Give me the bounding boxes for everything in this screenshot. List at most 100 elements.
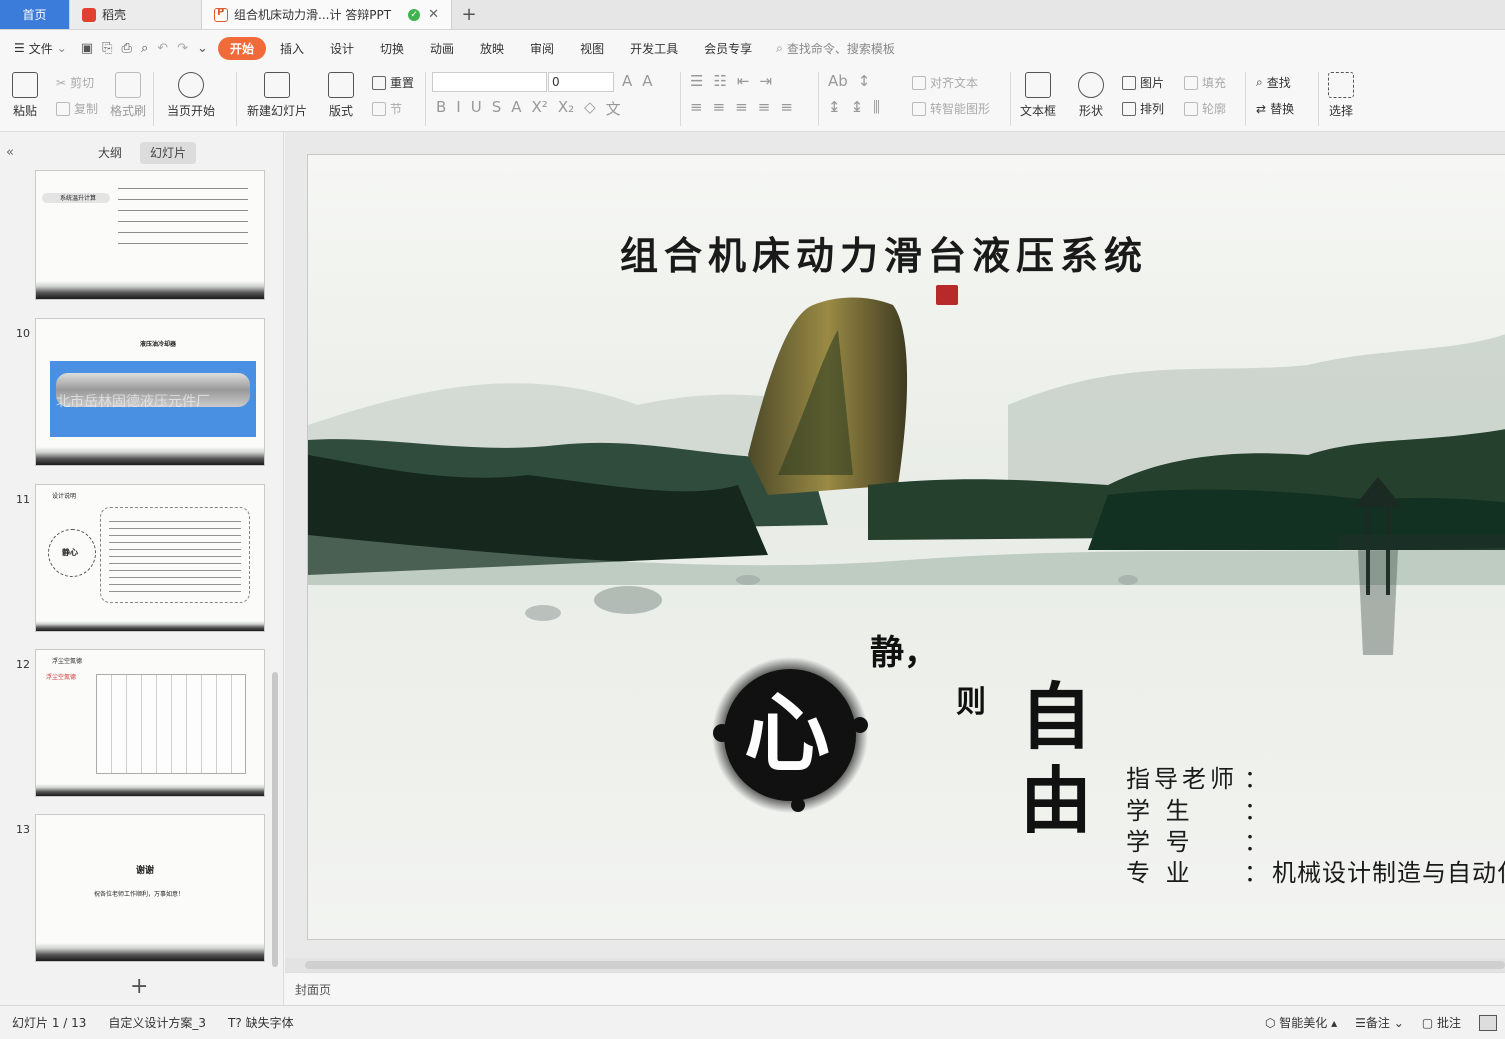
text-direction-icon[interactable]: ↕ (858, 72, 871, 90)
command-search[interactable]: ⌕ 查找命令、搜索模板 (776, 40, 895, 57)
new-tab-button[interactable]: + (452, 0, 486, 29)
slide-panel-scrollbar[interactable] (272, 672, 278, 967)
notes-button[interactable]: ☰备注 ⌄ (1355, 1014, 1404, 1031)
slide-title[interactable]: 组合机床动力滑台液压系统 (620, 225, 1148, 280)
motto-jing[interactable]: 静， (870, 625, 938, 674)
textbox-button[interactable]: 文本框 (1020, 72, 1056, 119)
motto-xin[interactable]: 心 (744, 663, 830, 788)
tab-slides[interactable]: 幻灯片 (140, 142, 197, 164)
italic-icon[interactable]: I (456, 98, 460, 119)
reset-button[interactable]: 重置 (372, 74, 414, 91)
current-slide[interactable]: 组合机床动力滑台液压系统 心 静， 则 自由 指导老师： 学 生： 学 号： 专… (307, 154, 1505, 940)
increase-indent-icon[interactable]: ⇥ (759, 72, 772, 90)
normal-view-icon[interactable] (1479, 1014, 1497, 1031)
menu-design[interactable]: 设计 (318, 37, 366, 60)
column-icon[interactable]: ⫼ (873, 98, 880, 116)
font-shrink-icon[interactable]: A (642, 72, 652, 90)
shape-button[interactable]: 形状 (1078, 72, 1104, 119)
superscript-icon[interactable]: X² (532, 98, 548, 119)
replace-button[interactable]: ⇄ 替换 (1256, 100, 1294, 117)
slide-thumbnail-10[interactable]: 液压油冷却器 北市岳林固德液压元件厂 (35, 318, 265, 466)
select-button[interactable]: 选择 (1328, 72, 1354, 119)
font-family-select[interactable] (432, 72, 547, 92)
slide-thumbnail-12[interactable]: 浮尘空氮德 浮尘空氮德 (35, 649, 265, 797)
slide-thumbnail-9[interactable]: 系统温升计算 (35, 170, 265, 300)
new-slide-button[interactable]: 新建幻灯片 (247, 72, 307, 119)
eraser-icon[interactable]: ◇ (584, 98, 596, 119)
layout-button[interactable]: 版式 (328, 72, 354, 119)
menu-animation[interactable]: 动画 (418, 37, 466, 60)
info-major-colon: ： (1244, 859, 1268, 887)
outline-button[interactable]: 轮廓 (1184, 100, 1226, 117)
bullet-list-icon[interactable]: ☰ (690, 72, 703, 90)
menu-view[interactable]: 视图 (568, 37, 616, 60)
menu-review[interactable]: 审阅 (518, 37, 566, 60)
info-student[interactable]: 学 生 ： (1126, 791, 1272, 826)
tab-document[interactable]: 组合机床动力滑...计 答辩PPT ✓ ✕ (202, 0, 452, 29)
align-center-icon[interactable]: ≡ (713, 98, 726, 116)
decrease-indent-icon[interactable]: ⇤ (737, 72, 750, 90)
distribute-icon[interactable]: ≡ (780, 98, 793, 116)
menu-slideshow[interactable]: 放映 (468, 37, 516, 60)
save-icon[interactable]: ▣ (81, 41, 93, 56)
info-advisor[interactable]: 指导老师： (1126, 759, 1272, 794)
smart-art-button[interactable]: 转智能图形 (912, 100, 990, 117)
beautify-button[interactable]: ⬡ 智能美化 ▴ (1265, 1014, 1337, 1031)
motto-ze[interactable]: 则 (956, 677, 986, 721)
notes-pane[interactable]: 封面页 (285, 972, 1505, 1005)
scrollbar-thumb[interactable] (305, 961, 1505, 969)
justify-icon[interactable]: ≡ (758, 98, 771, 116)
close-tab-icon[interactable]: ✕ (428, 7, 439, 22)
print-icon[interactable]: ⎙ (122, 41, 132, 56)
picture-button[interactable]: 图片 (1122, 74, 1164, 91)
menu-membership[interactable]: 会员专享 (692, 37, 764, 60)
text-case-icon[interactable]: Ab (828, 72, 848, 90)
slide-thumbnail-13[interactable]: 谢谢 祝各位老师工作顺利，万事如意！ (35, 814, 265, 962)
font-size-select[interactable]: 0 (548, 72, 614, 92)
align-text-button[interactable]: 对齐文本 (912, 74, 978, 91)
print-preview-icon[interactable]: ⌕ (141, 41, 148, 56)
play-from-current-button[interactable]: 当页开始 (167, 72, 215, 119)
info-id[interactable]: 学 号 ： (1126, 822, 1272, 857)
font-grow-icon[interactable]: A (622, 72, 632, 90)
menu-transitions[interactable]: 切换 (368, 37, 416, 60)
file-menu[interactable]: ☰ 文件 ⌄ (14, 40, 67, 57)
section-button[interactable]: 节 (372, 100, 402, 117)
align-right-icon[interactable]: ≡ (735, 98, 748, 116)
info-major[interactable]: 专 业 ：机械设计制造与自动化 (1126, 853, 1505, 888)
theme-name[interactable]: 自定义设计方案_3 (108, 1014, 206, 1031)
paste-button[interactable]: 粘贴 (12, 72, 38, 119)
arrange-button[interactable]: 排列 (1122, 100, 1164, 117)
slide-thumbnail-11[interactable]: 设计说明 静心 (35, 484, 265, 632)
line-spacing-icon[interactable]: ↨ (828, 98, 841, 116)
customize-icon[interactable]: ⌄ (197, 41, 208, 56)
find-button[interactable]: ⌕ 查找 (1256, 74, 1291, 91)
canvas-horizontal-scrollbar[interactable] (285, 958, 1505, 972)
underline-icon[interactable]: U (471, 98, 482, 119)
font-color-icon[interactable]: A (511, 98, 521, 119)
add-slide-icon[interactable]: + (130, 974, 148, 999)
copy-button[interactable]: 复制 (56, 100, 98, 117)
export-icon[interactable]: ⎘ (102, 41, 112, 56)
phonetic-icon[interactable]: 文 (606, 98, 621, 119)
strikethrough-icon[interactable]: S (492, 98, 502, 119)
subscript-icon[interactable]: X₂ (558, 98, 574, 119)
menu-home[interactable]: 开始 (217, 36, 266, 60)
comments-button[interactable]: ▢ 批注 (1422, 1014, 1461, 1031)
missing-font-button[interactable]: T? 缺失字体 (228, 1014, 294, 1031)
tab-daoke[interactable]: 稻壳 (70, 0, 202, 29)
fill-button[interactable]: 填充 (1184, 74, 1226, 91)
menu-developer[interactable]: 开发工具 (618, 37, 690, 60)
undo-icon[interactable]: ↶ (157, 41, 168, 56)
paragraph-spacing-icon[interactable]: ↨ (851, 98, 864, 116)
tab-outline[interactable]: 大纲 (88, 142, 132, 164)
tab-home[interactable]: 首页 (0, 0, 70, 29)
bold-icon[interactable]: B (436, 98, 446, 119)
menu-insert[interactable]: 插入 (268, 37, 316, 60)
cut-button[interactable]: ✂ 剪切 (56, 74, 94, 91)
format-painter-button[interactable]: 格式刷 (110, 72, 146, 119)
motto-ziyou[interactable]: 自由 (1020, 675, 1110, 843)
numbered-list-icon[interactable]: ☷ (713, 72, 726, 90)
redo-icon[interactable]: ↷ (177, 41, 188, 56)
align-left-icon[interactable]: ≡ (690, 98, 703, 116)
